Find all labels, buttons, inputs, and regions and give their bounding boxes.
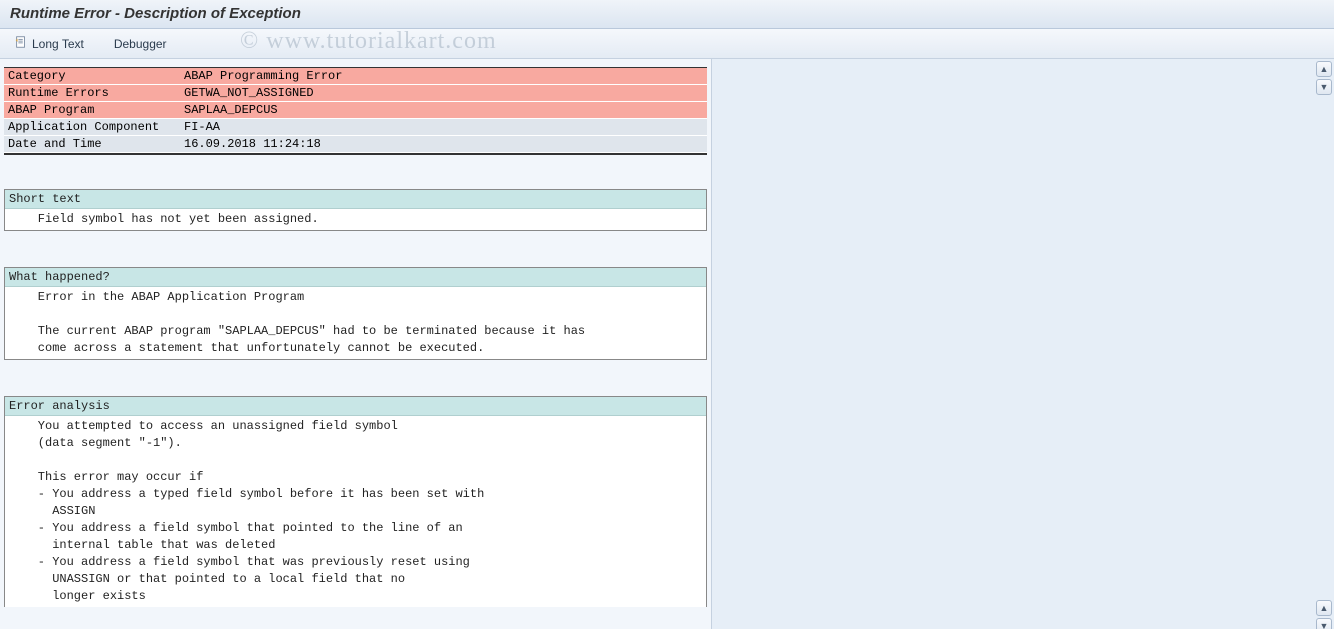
section-line: internal table that was deleted [5, 537, 706, 554]
section-title: Short text [5, 190, 706, 209]
header-row: CategoryABAP Programming Error [4, 68, 707, 85]
section-line: longer exists [5, 588, 706, 605]
section: What happened? Error in the ABAP Applica… [4, 267, 707, 360]
header-label: Application Component [8, 120, 184, 134]
header-value: FI-AA [184, 120, 703, 134]
scroll-down-button[interactable]: ▼ [1316, 79, 1332, 95]
section: Error analysis You attempted to access a… [4, 396, 707, 607]
section-body: Error in the ABAP Application Program Th… [5, 287, 706, 359]
section-line: UNASSIGN or that pointed to a local fiel… [5, 571, 706, 588]
section-line: This error may occur if [5, 469, 706, 486]
document-icon [14, 35, 28, 52]
section-line: You attempted to access an unassigned fi… [5, 418, 706, 435]
section-line [5, 452, 706, 469]
section-line: - You address a field symbol that was pr… [5, 554, 706, 571]
scroll-up-button-2[interactable]: ▲ [1316, 600, 1332, 616]
header-value: GETWA_NOT_ASSIGNED [184, 86, 703, 100]
header-row: Date and Time16.09.2018 11:24:18 [4, 136, 707, 153]
scroll-buttons-top: ▲ ▼ [1316, 61, 1332, 95]
section-body: Field symbol has not yet been assigned. [5, 209, 706, 230]
section-body: You attempted to access an unassigned fi… [5, 416, 706, 607]
section-line: (data segment "-1"). [5, 435, 706, 452]
section-line: - You address a field symbol that pointe… [5, 520, 706, 537]
header-value: 16.09.2018 11:24:18 [184, 137, 703, 151]
section-line [5, 306, 706, 323]
scroll-buttons-bottom: ▲ ▼ [1316, 600, 1332, 629]
section-line: come across a statement that unfortunate… [5, 340, 706, 357]
scroll-up-button[interactable]: ▲ [1316, 61, 1332, 77]
section-line: The current ABAP program "SAPLAA_DEPCUS"… [5, 323, 706, 340]
section-title: Error analysis [5, 397, 706, 416]
long-text-button[interactable]: Long Text [8, 33, 90, 54]
header-value: SAPLAA_DEPCUS [184, 103, 703, 117]
header-label: Date and Time [8, 137, 184, 151]
header-row: ABAP ProgramSAPLAA_DEPCUS [4, 102, 707, 119]
header-label: Runtime Errors [8, 86, 184, 100]
header-value: ABAP Programming Error [184, 69, 703, 83]
title-bar: Runtime Error - Description of Exception [0, 0, 1334, 29]
section: Short text Field symbol has not yet been… [4, 189, 707, 231]
section-title: What happened? [5, 268, 706, 287]
header-label: ABAP Program [8, 103, 184, 117]
toolbar: Long Text Debugger [0, 29, 1334, 59]
header-row: Runtime ErrorsGETWA_NOT_ASSIGNED [4, 85, 707, 102]
section-line: ASSIGN [5, 503, 706, 520]
page-title: Runtime Error - Description of Exception [10, 5, 1324, 22]
long-text-label: Long Text [32, 37, 84, 51]
debugger-button[interactable]: Debugger [108, 35, 173, 53]
header-label: Category [8, 69, 184, 83]
debugger-label: Debugger [114, 37, 167, 51]
section-line: - You address a typed field symbol befor… [5, 486, 706, 503]
content-area: CategoryABAP Programming ErrorRuntime Er… [0, 59, 1334, 629]
header-row: Application ComponentFI-AA [4, 119, 707, 136]
main-column: CategoryABAP Programming ErrorRuntime Er… [0, 59, 712, 629]
error-header-block: CategoryABAP Programming ErrorRuntime Er… [4, 67, 707, 155]
scroll-down-button-2[interactable]: ▼ [1316, 618, 1332, 629]
section-line: Field symbol has not yet been assigned. [5, 211, 706, 228]
section-line: Error in the ABAP Application Program [5, 289, 706, 306]
right-column: ▲ ▼ ▲ ▼ [712, 59, 1334, 629]
